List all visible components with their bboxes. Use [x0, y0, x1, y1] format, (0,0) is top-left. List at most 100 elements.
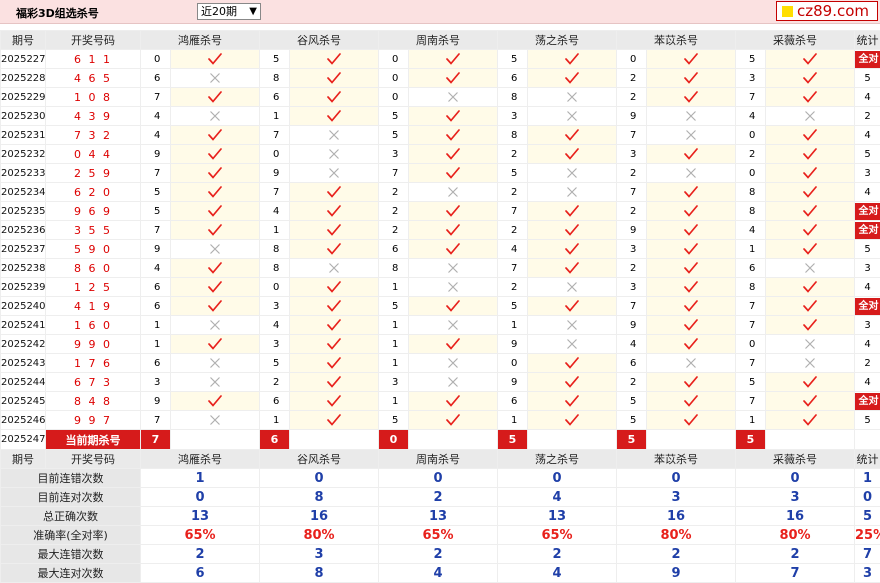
table-row: 20252446 7 33239254: [1, 373, 880, 392]
kill-number-cell: 3: [617, 278, 647, 297]
site-logo[interactable]: cz89.com: [776, 1, 878, 21]
result-mark-cell: [766, 392, 855, 411]
check-icon: [528, 376, 616, 388]
result-mark-cell: [528, 88, 617, 107]
check-icon: [647, 395, 735, 407]
check-icon: [290, 281, 378, 293]
result-mark-cell: [647, 411, 736, 430]
result-mark-cell: [171, 316, 260, 335]
cross-icon: [409, 281, 497, 293]
kill-number-cell: 9: [498, 335, 528, 354]
table-row: 20252404 1 9635577全对: [1, 297, 880, 316]
result-mark-cell: [766, 145, 855, 164]
result-mark-cell: [766, 240, 855, 259]
check-icon: [290, 110, 378, 122]
result-mark-cell: [171, 221, 260, 240]
stats-value: 13: [379, 507, 498, 526]
cross-icon: [766, 338, 854, 350]
check-icon: [528, 262, 616, 274]
table-row: 20252332 5 97975203: [1, 164, 880, 183]
kill-number-cell: 5: [379, 411, 409, 430]
result-mark-cell: [766, 411, 855, 430]
check-icon: [171, 91, 259, 103]
stats-value: 7: [736, 564, 855, 583]
stats-label: 总正确次数: [1, 507, 141, 526]
check-icon: [766, 53, 854, 65]
result-mark-cell: [766, 278, 855, 297]
result-mark-cell: [647, 373, 736, 392]
result-mark-cell: [766, 69, 855, 88]
result-mark-cell: [766, 126, 855, 145]
current-kill-label: 当前期杀号: [46, 430, 141, 450]
stat-cell: 4: [855, 126, 880, 145]
stats-value: 3: [260, 545, 379, 564]
period-select[interactable]: 近20期▼: [197, 3, 261, 20]
check-icon: [647, 91, 735, 103]
result-mark-cell: [647, 202, 736, 221]
check-icon: [647, 414, 735, 426]
kill-number-cell: 2: [379, 221, 409, 240]
check-icon: [409, 243, 497, 255]
cross-icon: [528, 338, 616, 350]
period-cell: 2025231: [1, 126, 46, 145]
kill-number-cell: 7: [141, 88, 171, 107]
kill-number-cell: 7: [260, 183, 290, 202]
kill-number-cell: 0: [379, 50, 409, 69]
stats-value: 0: [617, 469, 736, 488]
stat-cell: 2: [855, 107, 880, 126]
check-icon: [290, 205, 378, 217]
kill-number-cell: 8: [736, 278, 766, 297]
draw-numbers-cell: 0 4 4: [46, 145, 141, 164]
stats-value: 65%: [379, 526, 498, 545]
kill-number-cell: 1: [736, 240, 766, 259]
current-period-row: 2025247当前期杀号760555: [1, 430, 880, 450]
result-mark-cell: [171, 69, 260, 88]
result-mark-cell: [766, 50, 855, 69]
kill-number-cell: 2: [617, 69, 647, 88]
col-method-header: 周南杀号: [379, 450, 498, 469]
result-mark-cell: [290, 278, 379, 297]
cross-icon: [528, 281, 616, 293]
result-mark-cell: [766, 259, 855, 278]
kill-number-cell: 1: [379, 335, 409, 354]
stats-total: 25%: [855, 526, 880, 545]
result-mark-cell: [290, 202, 379, 221]
result-mark-cell: [171, 145, 260, 164]
result-mark-cell: [647, 164, 736, 183]
current-kill-number: 5: [736, 430, 766, 450]
result-mark-cell: [290, 392, 379, 411]
kill-number-cell: 1: [379, 392, 409, 411]
result-mark-cell: [647, 88, 736, 107]
col-period-header: 期号: [1, 31, 46, 50]
kill-number-cell: 8: [736, 183, 766, 202]
cross-icon: [528, 91, 616, 103]
kill-number-cell: 3: [260, 335, 290, 354]
kill-number-cell: 4: [617, 335, 647, 354]
kill-number-cell: 1: [498, 411, 528, 430]
kill-number-cell: 2: [379, 202, 409, 221]
period-select-value: 近20期: [201, 5, 237, 18]
kill-number-cell: 8: [736, 202, 766, 221]
period-cell: 2025233: [1, 164, 46, 183]
check-icon: [409, 224, 497, 236]
stat-cell: 4: [855, 88, 880, 107]
result-mark-cell: [171, 183, 260, 202]
kill-number-cell: 6: [141, 354, 171, 373]
cross-icon: [528, 186, 616, 198]
kill-number-cell: 3: [141, 373, 171, 392]
draw-numbers-cell: 1 0 8: [46, 88, 141, 107]
check-icon: [171, 148, 259, 160]
cross-icon: [528, 319, 616, 331]
check-icon: [647, 281, 735, 293]
result-mark-cell: [647, 221, 736, 240]
cross-icon: [766, 262, 854, 274]
empty-cell: [171, 430, 260, 450]
draw-numbers-cell: 4 6 5: [46, 69, 141, 88]
kill-number-cell: 7: [141, 164, 171, 183]
cross-icon: [290, 148, 378, 160]
col-method-header: 周南杀号: [379, 31, 498, 50]
result-mark-cell: [528, 145, 617, 164]
result-mark-cell: [766, 164, 855, 183]
stat-cell: 2: [855, 354, 880, 373]
draw-numbers-cell: 5 9 0: [46, 240, 141, 259]
